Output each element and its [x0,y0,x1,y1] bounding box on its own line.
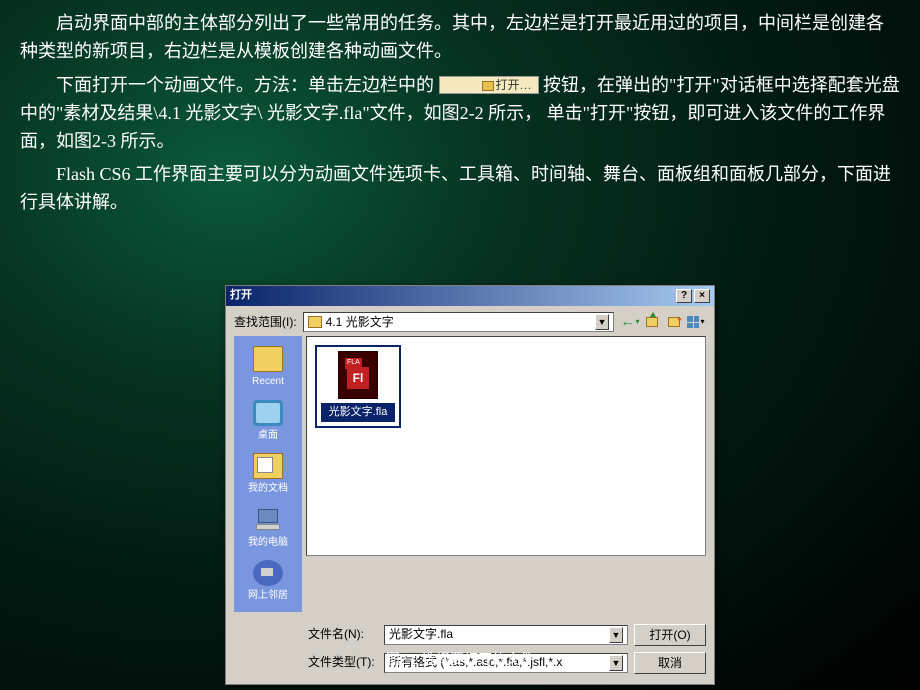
help-button[interactable]: ? [676,289,692,303]
para2-text: 下面打开一个动画文件。方法：单击左边栏中的 打开… 按钮，在弹出的"打开"对话框… [20,72,900,156]
place-mydocs[interactable]: 我的文档 [234,449,302,499]
lookin-combo[interactable]: 4.1 光影文字 ▼ [303,312,614,332]
filename-label: 文件名(N): [308,625,378,644]
toolbar-icons: ←▾ ✶ ▾ [620,312,706,332]
back-icon[interactable]: ←▾ [620,312,640,332]
folder-icon [308,316,322,328]
file-list-area[interactable]: FLA Fl 光影文字.fla [306,336,706,556]
dialog-body: Recent 桌面 我的文档 我的电脑 网上邻居 FLA [226,336,714,612]
filename-combo[interactable]: 光影文字.fla ▼ [384,625,628,645]
para1-text: 启动界面中部的主体部分列出了一些常用的任务。其中，左边栏是打开最近用过的项目，中… [20,10,900,66]
folder-icon [482,81,494,91]
dialog-title: 打开 [230,287,674,304]
paragraph-1: 启动界面中部的主体部分列出了一些常用的任务。其中，左边栏是打开最近用过的项目，中… [20,10,900,66]
lookin-row: 查找范围(I): 4.1 光影文字 ▼ ←▾ ✶ ▾ [226,306,714,336]
file-label: 光影文字.fla [321,403,395,422]
desktop-icon [253,400,283,426]
close-button[interactable]: × [694,289,710,303]
fla-file-icon: FLA Fl [338,351,378,399]
place-mycomputer[interactable]: 我的电脑 [234,503,302,553]
lookin-value: 4.1 光影文字 [326,313,394,332]
places-bar: Recent 桌面 我的文档 我的电脑 网上邻居 [234,336,302,612]
computer-icon [253,507,283,533]
open-dialog: 打开 ? × 查找范围(I): 4.1 光影文字 ▼ ←▾ ✶ ▾ Recent… [225,285,715,685]
open-inline-button: 打开… [439,76,539,94]
view-menu-icon[interactable]: ▾ [686,312,706,332]
recent-folder-icon [253,346,283,372]
filename-row: 文件名(N): 光影文字.fla ▼ 打开(O) [308,624,706,646]
dialog-bottom: 文件名(N): 光影文字.fla ▼ 打开(O) 文件类型(T): 所有格式 (… [226,612,714,684]
lookin-label: 查找范围(I): [234,313,297,332]
file-item-selected[interactable]: FLA Fl 光影文字.fla [315,345,401,428]
dialog-titlebar: 打开 ? × [226,286,714,306]
new-folder-icon[interactable]: ✶ [664,312,684,332]
paragraph-3: Flash CS6 工作界面主要可以分为动画文件选项卡、工具箱、时间轴、舞台、面… [20,161,900,217]
figure-caption: 图2-2 选择要打开的文件 [0,650,920,672]
para3-text: Flash CS6 工作界面主要可以分为动画文件选项卡、工具箱、时间轴、舞台、面… [20,161,900,217]
up-folder-icon[interactable] [642,312,662,332]
place-recent[interactable]: Recent [234,342,302,392]
documents-icon [253,453,283,479]
place-network[interactable]: 网上邻居 [234,556,302,606]
place-desktop[interactable]: 桌面 [234,396,302,446]
open-button[interactable]: 打开(O) [634,624,706,646]
network-icon [253,560,283,586]
paragraph-2: 下面打开一个动画文件。方法：单击左边栏中的 打开… 按钮，在弹出的"打开"对话框… [20,72,900,156]
chevron-down-icon[interactable]: ▼ [595,314,609,330]
chevron-down-icon[interactable]: ▼ [609,627,623,643]
